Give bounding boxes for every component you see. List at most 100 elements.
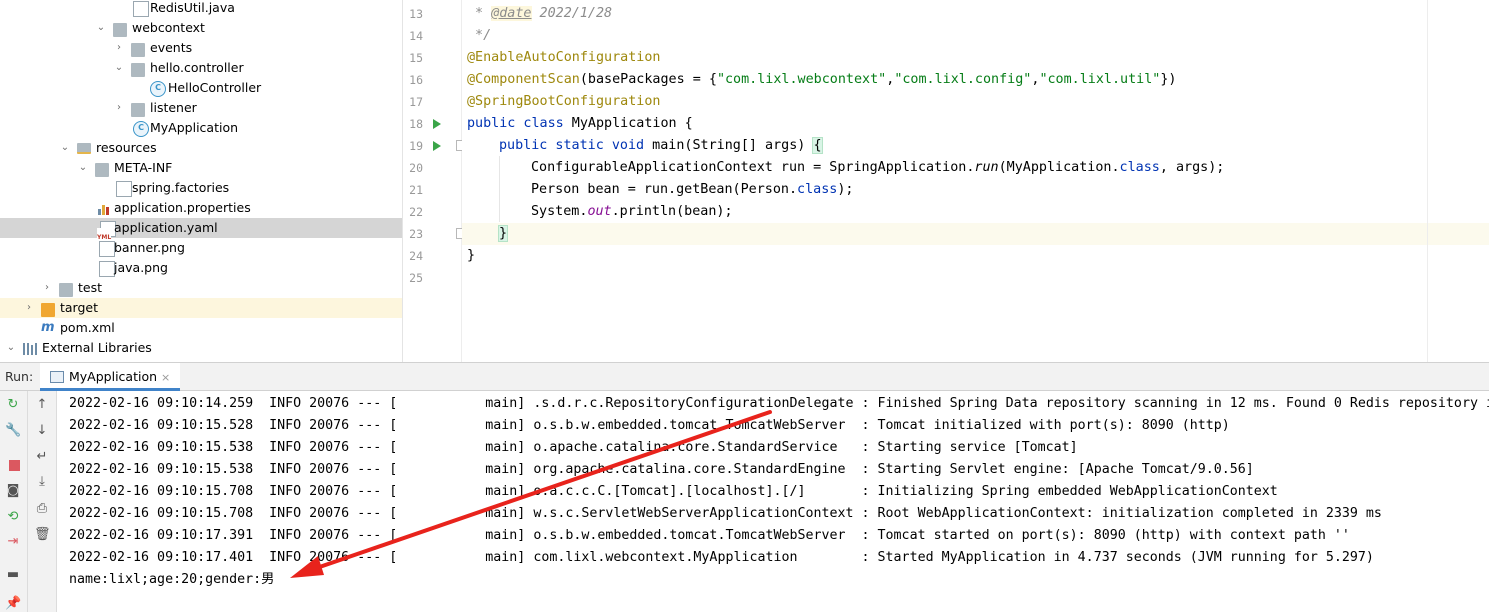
log-line: 2022-02-16 09:10:15.708 INFO 20076 --- […: [69, 484, 1278, 499]
tree-item[interactable]: RedisUtil.java: [0, 0, 402, 18]
tree-item[interactable]: › test: [0, 278, 402, 298]
line-number: 21: [409, 183, 423, 197]
chevron-down-icon[interactable]: ⌄: [77, 158, 89, 178]
resources-folder-icon: [77, 143, 91, 154]
log-line: 2022-02-16 09:10:15.538 INFO 20076 --- […: [69, 440, 1078, 455]
chevron-right-icon[interactable]: ›: [41, 278, 53, 298]
arrow-up-icon[interactable]: ↑: [34, 397, 50, 413]
log-line: 2022-02-16 09:10:17.391 INFO 20076 --- […: [69, 528, 1350, 543]
log-line: 2022-02-16 09:10:14.259 INFO 20076 --- […: [69, 396, 1489, 411]
rerun-icon[interactable]: ↻: [5, 397, 21, 413]
tree-item-selected[interactable]: application.yaml: [0, 218, 402, 248]
folder-icon: [131, 103, 145, 117]
java-file-icon: [133, 1, 149, 17]
trash-icon[interactable]: 🗑: [34, 527, 51, 543]
tree-item[interactable]: ⌄ hello.controller: [0, 58, 402, 78]
stop-icon[interactable]: [6, 457, 22, 473]
program-output-line: name:lixl;age:20;gender:男: [69, 572, 275, 587]
tree-item[interactable]: ⌄ META-INF: [0, 158, 402, 178]
line-number: 19: [409, 139, 423, 153]
log-line: 2022-02-16 09:10:15.538 INFO 20076 --- […: [69, 462, 1254, 477]
line-number: 25: [409, 271, 423, 285]
code-line: @SpringBootConfiguration: [467, 94, 661, 109]
tree-item[interactable]: C MyApplication: [0, 118, 402, 138]
code-line: @ComponentScan(basePackages = {"com.lixl…: [467, 72, 1177, 87]
tab-myapplication[interactable]: MyApplication ×: [40, 363, 181, 391]
line-number: 15: [409, 51, 423, 65]
code-line: public static void main(String[] args) {: [499, 137, 823, 154]
indent-guide: [499, 156, 500, 222]
folder-icon: [131, 63, 145, 77]
chevron-right-icon[interactable]: ›: [113, 38, 125, 58]
code-line: }: [467, 248, 476, 263]
run-toolbar-right: ↑ ↓ ↵ ⤓ ⎙ 🗑: [28, 391, 57, 612]
chevron-right-icon[interactable]: ›: [23, 298, 35, 318]
arrow-down-icon[interactable]: ↓: [34, 423, 50, 439]
wrench-icon[interactable]: 🔧: [5, 423, 21, 439]
tree-item[interactable]: C HelloController: [0, 78, 402, 98]
run-tool-window-header: Run: MyApplication ×: [0, 362, 1489, 391]
excluded-folder-icon: [41, 303, 55, 317]
chevron-down-icon[interactable]: ⌄: [95, 18, 107, 38]
folder-icon: [131, 43, 145, 57]
tree-item[interactable]: m pom.xml: [0, 318, 402, 338]
code-line: System.out.println(bean);: [531, 204, 733, 219]
editor-gutter: 13 14 15 16 17 18 19 20 21 22 23 24 25: [403, 0, 465, 362]
scroll-to-end-icon[interactable]: ⤓: [34, 474, 50, 490]
code-line: public class MyApplication {: [467, 116, 693, 131]
tree-item[interactable]: › listener: [0, 98, 402, 118]
chevron-down-icon[interactable]: ⌄: [59, 138, 71, 158]
code-line: @EnableAutoConfiguration: [467, 50, 661, 65]
line-number: 17: [409, 95, 423, 109]
class-icon: C: [150, 81, 166, 97]
folder-icon: [113, 23, 127, 37]
line-number: 16: [409, 73, 423, 87]
line-number: 20: [409, 161, 423, 175]
code-line-current: }: [462, 223, 1489, 245]
tree-item[interactable]: spring.factories: [0, 178, 402, 198]
tree-item[interactable]: › events: [0, 38, 402, 58]
line-number: 23: [409, 227, 423, 241]
code-line: ConfigurableApplicationContext run = Spr…: [531, 160, 1225, 175]
exit-icon[interactable]: ⇥: [5, 534, 21, 550]
chevron-right-icon[interactable]: ›: [113, 98, 125, 118]
tree-item[interactable]: application.properties: [0, 198, 402, 218]
soft-wrap-icon[interactable]: ↵: [34, 449, 50, 465]
code-line: * @date 2022/1/28: [467, 6, 613, 21]
log-line: 2022-02-16 09:10:17.401 INFO 20076 --- […: [69, 550, 1374, 565]
console-output[interactable]: 2022-02-16 09:10:14.259 INFO 20076 --- […: [57, 391, 1489, 612]
chevron-down-icon[interactable]: ⌄: [113, 58, 125, 78]
run-icon[interactable]: [433, 119, 441, 129]
line-number: 24: [409, 249, 423, 263]
run-icon[interactable]: [433, 141, 441, 151]
layout-icon[interactable]: ▬: [5, 567, 21, 583]
spring-boot-class-icon: C: [133, 121, 149, 137]
restore-layout-icon[interactable]: ⟲: [5, 509, 21, 525]
line-number: 22: [409, 205, 423, 219]
run-config-icon: [50, 370, 64, 383]
chevron-down-icon[interactable]: ⌄: [5, 338, 17, 358]
run-toolbar-left: ↻ 🔧 ◙ ⟲ ⇥ ▬ 📌: [0, 391, 28, 612]
tree-item[interactable]: ⌄ resources: [0, 138, 402, 158]
close-tab-icon[interactable]: ×: [161, 371, 170, 384]
tree-item[interactable]: ⌄ External Libraries: [0, 338, 402, 358]
folder-icon: [95, 163, 109, 177]
line-number: 13: [409, 7, 423, 21]
tree-item[interactable]: ⌄ webcontext: [0, 18, 402, 38]
libraries-icon: [23, 341, 37, 355]
tree-item[interactable]: › target: [0, 298, 402, 318]
tree-item[interactable]: java.png: [0, 258, 402, 278]
log-line: 2022-02-16 09:10:15.708 INFO 20076 --- […: [69, 506, 1382, 521]
tree-item[interactable]: banner.png: [0, 238, 402, 258]
log-line: 2022-02-16 09:10:15.528 INFO 20076 --- […: [69, 418, 1230, 433]
code-editor[interactable]: * @date 2022/1/28 */ @EnableAutoConfigur…: [462, 0, 1489, 362]
line-number: 14: [409, 29, 423, 43]
line-number: 18: [409, 117, 423, 131]
code-line: Person bean = run.getBean(Person.class);: [531, 182, 854, 197]
pin-icon[interactable]: 📌: [5, 596, 21, 612]
project-tree: RedisUtil.java ⌄ webcontext › events ⌄ h…: [0, 0, 403, 362]
folder-icon: [59, 283, 73, 297]
properties-icon: [98, 201, 112, 215]
print-icon[interactable]: ⎙: [34, 501, 50, 517]
camera-icon[interactable]: ◙: [5, 483, 21, 499]
